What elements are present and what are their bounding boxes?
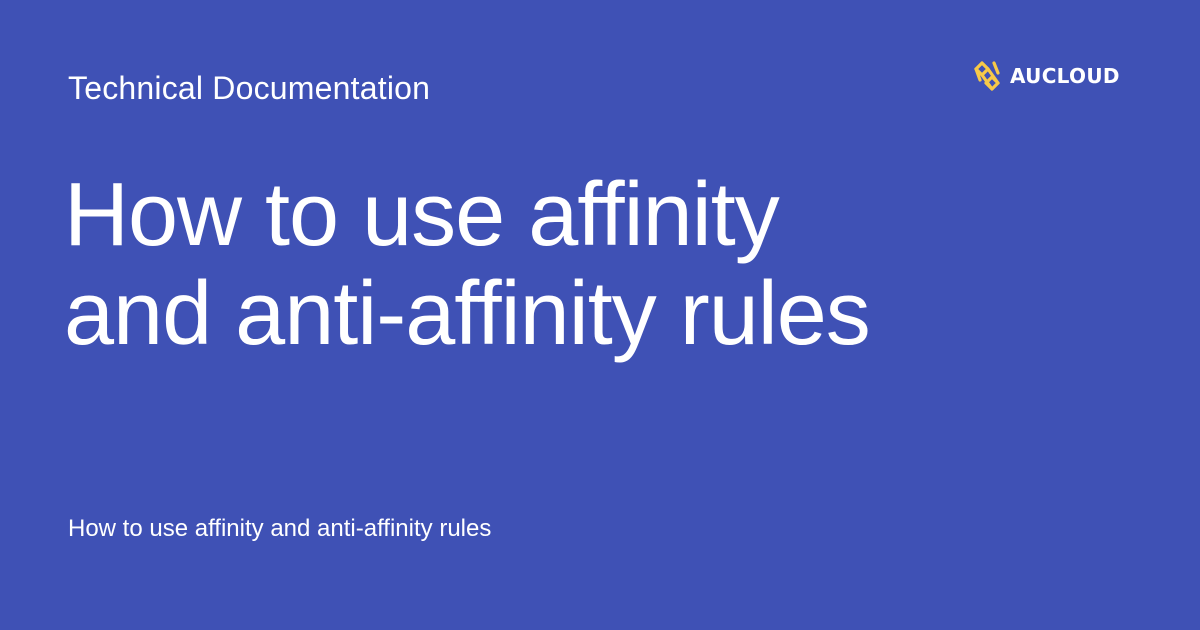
brand-logo: AUCLOUD xyxy=(970,59,1120,93)
section-label: Technical Documentation xyxy=(68,70,431,106)
social-card: Technical Documentation AUCLOUD How to u… xyxy=(0,0,1200,630)
page-subtitle: How to use affinity and anti-affinity ru… xyxy=(68,515,492,542)
page-title: How to use affinity and anti-affinity ru… xyxy=(64,165,871,364)
aucloud-logo-icon xyxy=(974,61,1000,91)
brand-name: AUCLOUD xyxy=(1010,64,1120,88)
